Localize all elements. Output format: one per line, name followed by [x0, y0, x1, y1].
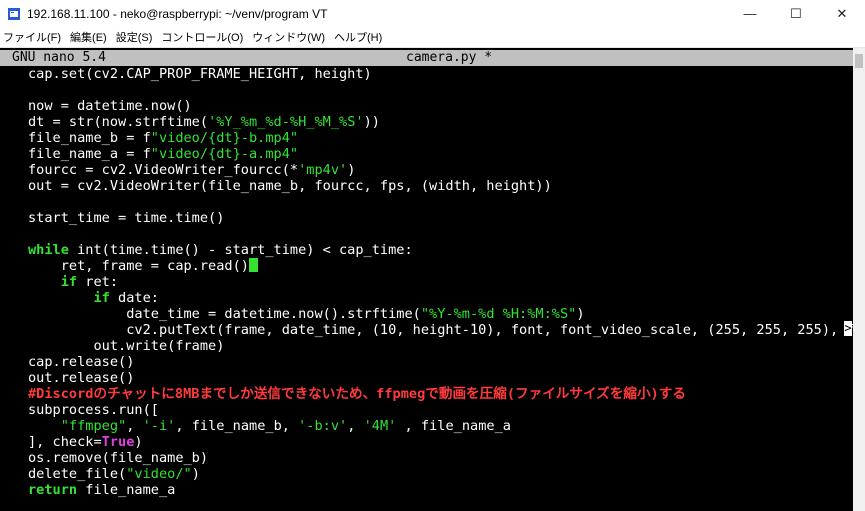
code-token: "ffmpeg" [60, 418, 127, 434]
code-token: '-i' [142, 418, 176, 434]
code-token: out = cv2.VideoWriter(file_name_b, fourc… [28, 178, 552, 194]
code-line: cap.release() [28, 354, 863, 370]
menu-window[interactable]: ウィンドウ(W) [249, 29, 331, 45]
code-line: date_time = datetime.now().strftime("%Y-… [28, 306, 863, 322]
minimize-button[interactable]: — [727, 0, 773, 27]
code-token: file_name_a [77, 482, 176, 498]
code-token: , [126, 418, 143, 434]
window-titlebar: 192.168.11.100 - neko@raspberrypi: ~/ven… [0, 0, 865, 27]
code-token: , file_name_b, [175, 418, 299, 434]
vertical-scrollbar[interactable] [853, 48, 865, 511]
code-token: ) [576, 306, 585, 322]
maximize-button[interactable]: ☐ [773, 0, 819, 27]
menu-file[interactable]: ファイル(F) [0, 29, 67, 45]
menu-edit[interactable]: 編集(E) [67, 29, 113, 45]
code-token: file_name_b = f [28, 130, 151, 146]
close-button[interactable]: ✕ [819, 0, 865, 27]
code-line: if date: [28, 290, 863, 306]
text-cursor [248, 258, 258, 272]
code-token: ], check= [28, 434, 102, 450]
code-line: start_time = time.time() [28, 210, 863, 226]
code-token: file_name_a = f [28, 146, 151, 162]
code-line: fourcc = cv2.VideoWriter_fourcc(*'mp4v') [28, 162, 863, 178]
code-line: ], check=True) [28, 434, 863, 450]
code-line: ret, frame = cap.read() [28, 258, 863, 274]
menu-bar: ファイル(F) 編集(E) 設定(S) コントロール(O) ウィンドウ(W) ヘ… [0, 27, 865, 48]
code-token: date: [109, 290, 159, 306]
code-token: , [347, 418, 364, 434]
code-token: '4M' [363, 418, 397, 434]
code-line: while int(time.time() - start_time) < ca… [28, 242, 863, 258]
code-token: if [60, 274, 78, 290]
code-line: "ffmpeg", '-i', file_name_b, '-b:v', '4M… [28, 418, 863, 434]
nano-header-bar: GNU nano 5.4 camera.py * [0, 50, 853, 66]
code-token: ret, frame = cap.read() [28, 258, 249, 274]
code-line: subprocess.run([ [28, 402, 863, 418]
editor-filename: camera.py * [406, 50, 493, 65]
menu-control[interactable]: コントロール(O) [158, 29, 249, 45]
code-line: dt = str(now.strftime('%Y_%m_%d-%H_%M_%S… [28, 114, 863, 130]
code-token: os.remove(file_name_b) [28, 450, 209, 466]
code-token: int(time.time() - start_time) < cap_time… [68, 242, 413, 258]
code-line: out.write(frame) [28, 338, 863, 354]
code-token: date_time = datetime.now().strftime( [28, 306, 421, 322]
code-token: True [101, 434, 135, 450]
code-token: cv2.putText(frame, date_time, (10, heigh… [28, 322, 863, 338]
code-token: '%Y_%m_%d-%H_%M_%S' [208, 114, 364, 130]
code-line: cv2.putText(frame, date_time, (10, heigh… [28, 322, 863, 338]
code-line: #Discordのチャットに8MBまでしか送信できないため、ffpmegで動画を… [28, 386, 863, 402]
code-line: if ret: [28, 274, 863, 290]
code-line: now = datetime.now() [28, 98, 863, 114]
code-line: os.remove(file_name_b) [28, 450, 863, 466]
code-token: return [28, 482, 78, 498]
code-token: now = datetime.now() [28, 98, 192, 114]
code-token: start_time = time.time() [28, 210, 225, 226]
code-line: return file_name_a [28, 482, 863, 498]
code-token: out.write(frame) [28, 338, 225, 354]
code-token: ) [347, 162, 356, 178]
line-truncation-marker: > [844, 321, 852, 336]
editor-version: GNU nano 5.4 [12, 50, 106, 65]
code-token: "video/{dt}-b.mp4" [150, 130, 299, 146]
code-token: cap.set(cv2.CAP_PROP_FRAME_HEIGHT, heigh… [28, 66, 372, 82]
code-line: delete_file("video/") [28, 466, 863, 482]
code-line: file_name_a = f"video/{dt}-a.mp4" [28, 146, 863, 162]
code-token: '-b:v' [298, 418, 348, 434]
code-token: out.release() [28, 370, 135, 386]
code-token: if [93, 290, 110, 306]
terminal-app-icon [7, 7, 21, 21]
menu-help[interactable]: ヘルプ(H) [331, 29, 388, 45]
code-token: ret: [77, 274, 119, 290]
code-token: delete_file( [28, 466, 127, 482]
code-token: dt = str(now.strftime( [28, 114, 209, 130]
code-line: file_name_b = f"video/{dt}-b.mp4" [28, 130, 863, 146]
code-line: out.release() [28, 370, 863, 386]
code-token: #Discordのチャットに8MBまでしか送信できないため、ffpmegで動画を… [28, 386, 686, 402]
code-token: ) [134, 434, 143, 450]
code-token: ) [191, 466, 200, 482]
terminal-area[interactable]: GNU nano 5.4 camera.py * cap.set(cv2.CAP… [0, 48, 865, 511]
code-token: "video/" [126, 466, 192, 482]
code-token: subprocess.run([ [28, 402, 159, 418]
code-line: cap.set(cv2.CAP_PROP_FRAME_HEIGHT, heigh… [28, 66, 863, 82]
code-token: 'mp4v' [298, 162, 348, 178]
menu-settings[interactable]: 設定(S) [113, 29, 159, 45]
code-token: while [28, 242, 69, 258]
code-buffer[interactable]: cap.set(cv2.CAP_PROP_FRAME_HEIGHT, heigh… [28, 66, 863, 498]
code-token: )) [363, 114, 380, 130]
scrollbar-thumb[interactable] [855, 54, 863, 68]
window-title: 192.168.11.100 - neko@raspberrypi: ~/ven… [27, 6, 328, 21]
code-token: "%Y-%m-%d %H:%M:%S" [420, 306, 577, 322]
code-token: , file_name_a [396, 418, 511, 434]
code-token: fourcc = cv2.VideoWriter_fourcc(* [28, 162, 299, 178]
code-token: cap.release() [28, 354, 135, 370]
code-token: "video/{dt}-a.mp4" [150, 146, 299, 162]
code-line: out = cv2.VideoWriter(file_name_b, fourc… [28, 178, 863, 194]
